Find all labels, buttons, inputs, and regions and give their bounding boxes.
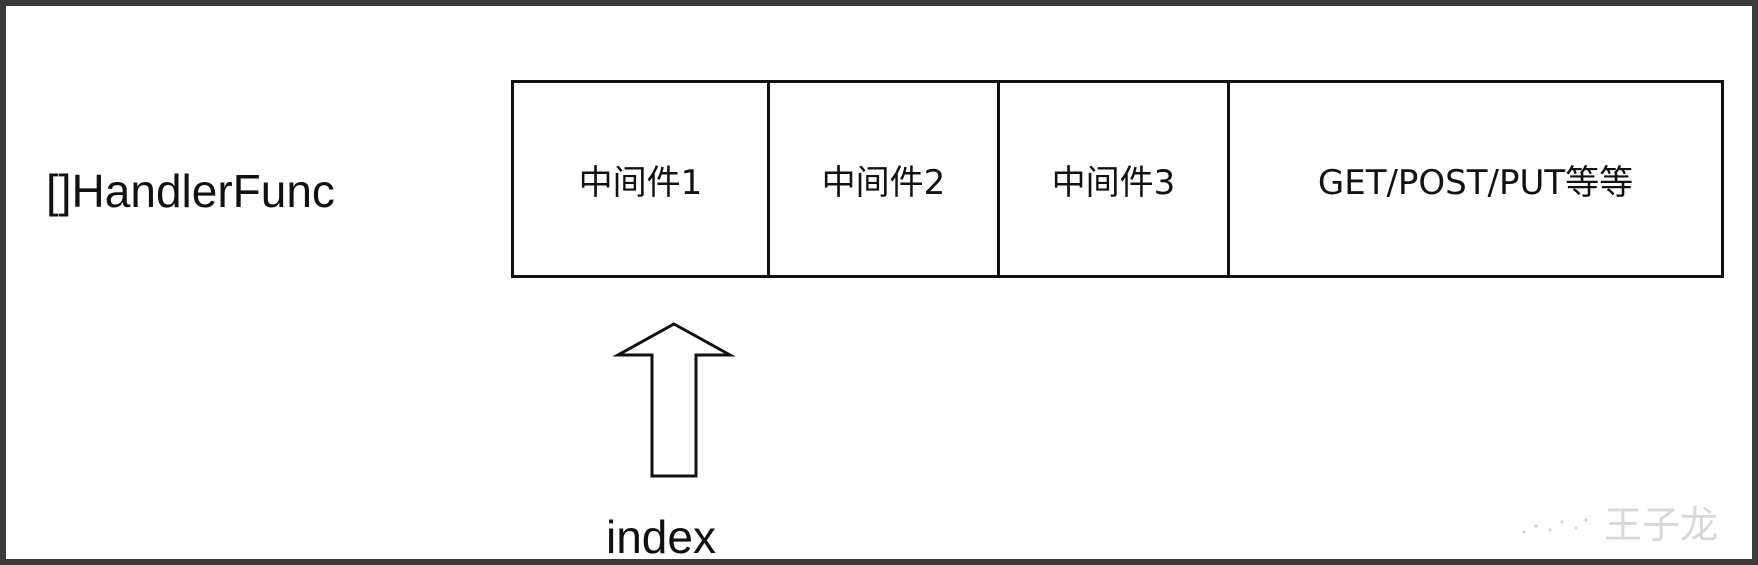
watermark-text: 王子龙: [1604, 503, 1719, 547]
handler-array: 中间件1 中间件2 中间件3 GET/POST/PUT等等: [511, 80, 1724, 278]
up-arrow-icon: [612, 322, 736, 478]
array-cell-middleware-1: 中间件1: [514, 83, 770, 275]
array-cell-handlers: GET/POST/PUT等等: [1317, 162, 1634, 203]
array-type-label: []HandlerFunc: [46, 165, 335, 217]
watermark-dots: [1522, 518, 1588, 534]
array-cell-middleware-3: 中间件3: [1000, 83, 1230, 275]
diagram-frame: []HandlerFunc 中间件1 中间件2 中间件3 GET/POST/PU…: [0, 0, 1758, 565]
index-pointer-label: index: [606, 511, 716, 563]
array-cell-middleware-2: 中间件2: [770, 83, 1000, 275]
